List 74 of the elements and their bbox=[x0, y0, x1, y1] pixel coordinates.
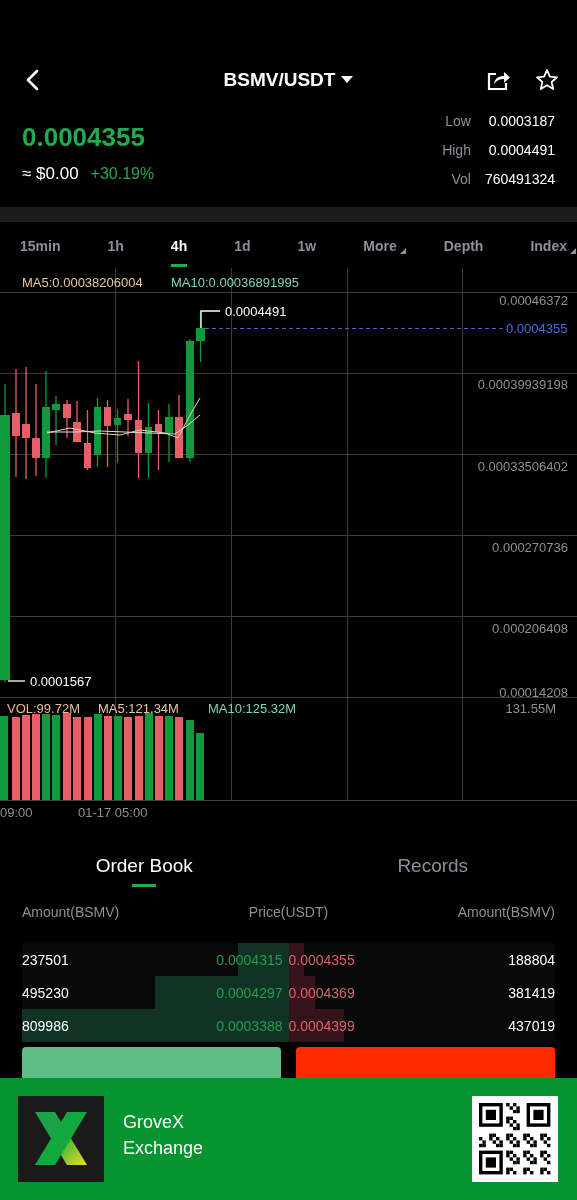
bid-price: 0.0003388 bbox=[216, 1017, 284, 1034]
candle bbox=[114, 408, 121, 464]
stat-value: 760491324 bbox=[484, 170, 555, 189]
time-axis-label: 01-17 05:00 bbox=[78, 805, 148, 820]
interval-tab[interactable]: 15min bbox=[20, 231, 61, 267]
stat-value: 0.0003187 bbox=[487, 112, 555, 131]
stat-label: High bbox=[442, 141, 471, 160]
bid-price: 0.0004315 bbox=[216, 951, 284, 968]
ask-amount: 188804 bbox=[508, 951, 555, 968]
leader-line bbox=[200, 310, 221, 329]
candle bbox=[155, 409, 162, 471]
brand-subtitle: Exchange bbox=[123, 1137, 204, 1160]
candle bbox=[124, 398, 132, 437]
price-axis-label: 0.000270736 bbox=[492, 540, 568, 555]
volume-label: VOL:99.72M bbox=[7, 701, 80, 716]
column-header: Amount(BSMV) bbox=[457, 904, 555, 920]
last-price-label: 0.0004355 bbox=[506, 321, 568, 336]
candle bbox=[104, 399, 111, 468]
qr-code-icon bbox=[472, 1096, 558, 1182]
moving-average-label: MA5:0.00038206004 bbox=[22, 275, 143, 290]
share-icon[interactable] bbox=[487, 69, 511, 91]
volume-label: MA5:121.34M bbox=[98, 701, 179, 716]
ask-price: 0.0004399 bbox=[288, 1017, 355, 1034]
ask-price: 0.0004369 bbox=[288, 984, 355, 1001]
candle bbox=[175, 394, 183, 459]
price-axis-label: 0.000206408 bbox=[492, 621, 568, 636]
volume-axis-label: 131.55M bbox=[505, 701, 556, 716]
stat-value: 0.0004491 bbox=[487, 141, 555, 160]
last-price: 0.0004355 bbox=[22, 122, 146, 153]
interval-tab[interactable]: 1h bbox=[107, 231, 124, 267]
leader-line bbox=[7, 680, 26, 682]
interval-tab[interactable]: 1w bbox=[297, 231, 317, 267]
ask-amount: 437019 bbox=[508, 1017, 555, 1034]
stat-label: Low bbox=[444, 112, 471, 131]
volume-label: MA10:125.32M bbox=[208, 701, 297, 716]
moving-average-label: MA10:0.00036891995 bbox=[171, 275, 299, 290]
stat-label: Vol bbox=[450, 170, 471, 189]
bid-amount: 809986 bbox=[22, 1017, 69, 1034]
interval-tab[interactable]: Index bbox=[530, 231, 567, 267]
low-price-label: 0.0001567 bbox=[30, 674, 92, 689]
interval-tab[interactable]: More bbox=[363, 231, 397, 267]
price-axis-label: 0.00033506402 bbox=[477, 459, 568, 474]
column-header: Amount(BSMV) bbox=[22, 904, 120, 920]
price-change: +30.19% bbox=[90, 165, 155, 183]
brand-name: GroveX bbox=[123, 1111, 186, 1134]
bid-price: 0.0004297 bbox=[216, 984, 284, 1001]
order-tab[interactable]: Records bbox=[288, 841, 577, 887]
high-price-label: 0.0004491 bbox=[225, 304, 287, 319]
x-logo-icon bbox=[18, 1096, 104, 1182]
interval-tab[interactable]: 1d bbox=[234, 231, 251, 267]
candle bbox=[63, 399, 71, 439]
bid-amount: 495230 bbox=[22, 984, 69, 1001]
volume-bar bbox=[196, 733, 204, 800]
price-axis-label: 0.00046372 bbox=[499, 293, 568, 308]
candle bbox=[94, 397, 101, 468]
bid-amount: 237501 bbox=[22, 951, 69, 968]
candle bbox=[52, 395, 60, 446]
candle bbox=[73, 400, 81, 442]
interval-tab[interactable]: 4h bbox=[170, 231, 188, 267]
ask-amount: 381419 bbox=[508, 984, 555, 1001]
back-icon[interactable] bbox=[25, 69, 39, 91]
price-axis-label: 0.00014208 bbox=[499, 685, 568, 700]
ask-price: 0.0004355 bbox=[288, 951, 355, 968]
candle bbox=[165, 403, 173, 463]
fiat-value: ≈ $0.00 bbox=[22, 164, 79, 184]
interval-tab[interactable]: Depth bbox=[443, 231, 484, 267]
order-tab[interactable]: Order Book bbox=[0, 841, 289, 887]
price-axis-label: 0.00039939198 bbox=[477, 377, 568, 392]
column-header: Price(USDT) bbox=[248, 904, 329, 920]
star-icon[interactable] bbox=[535, 68, 559, 92]
candle bbox=[84, 409, 91, 471]
caret-icon[interactable] bbox=[341, 76, 354, 84]
pair-title[interactable]: BSMV/USDT bbox=[223, 69, 336, 91]
time-axis-label: 09:00 bbox=[0, 805, 33, 820]
